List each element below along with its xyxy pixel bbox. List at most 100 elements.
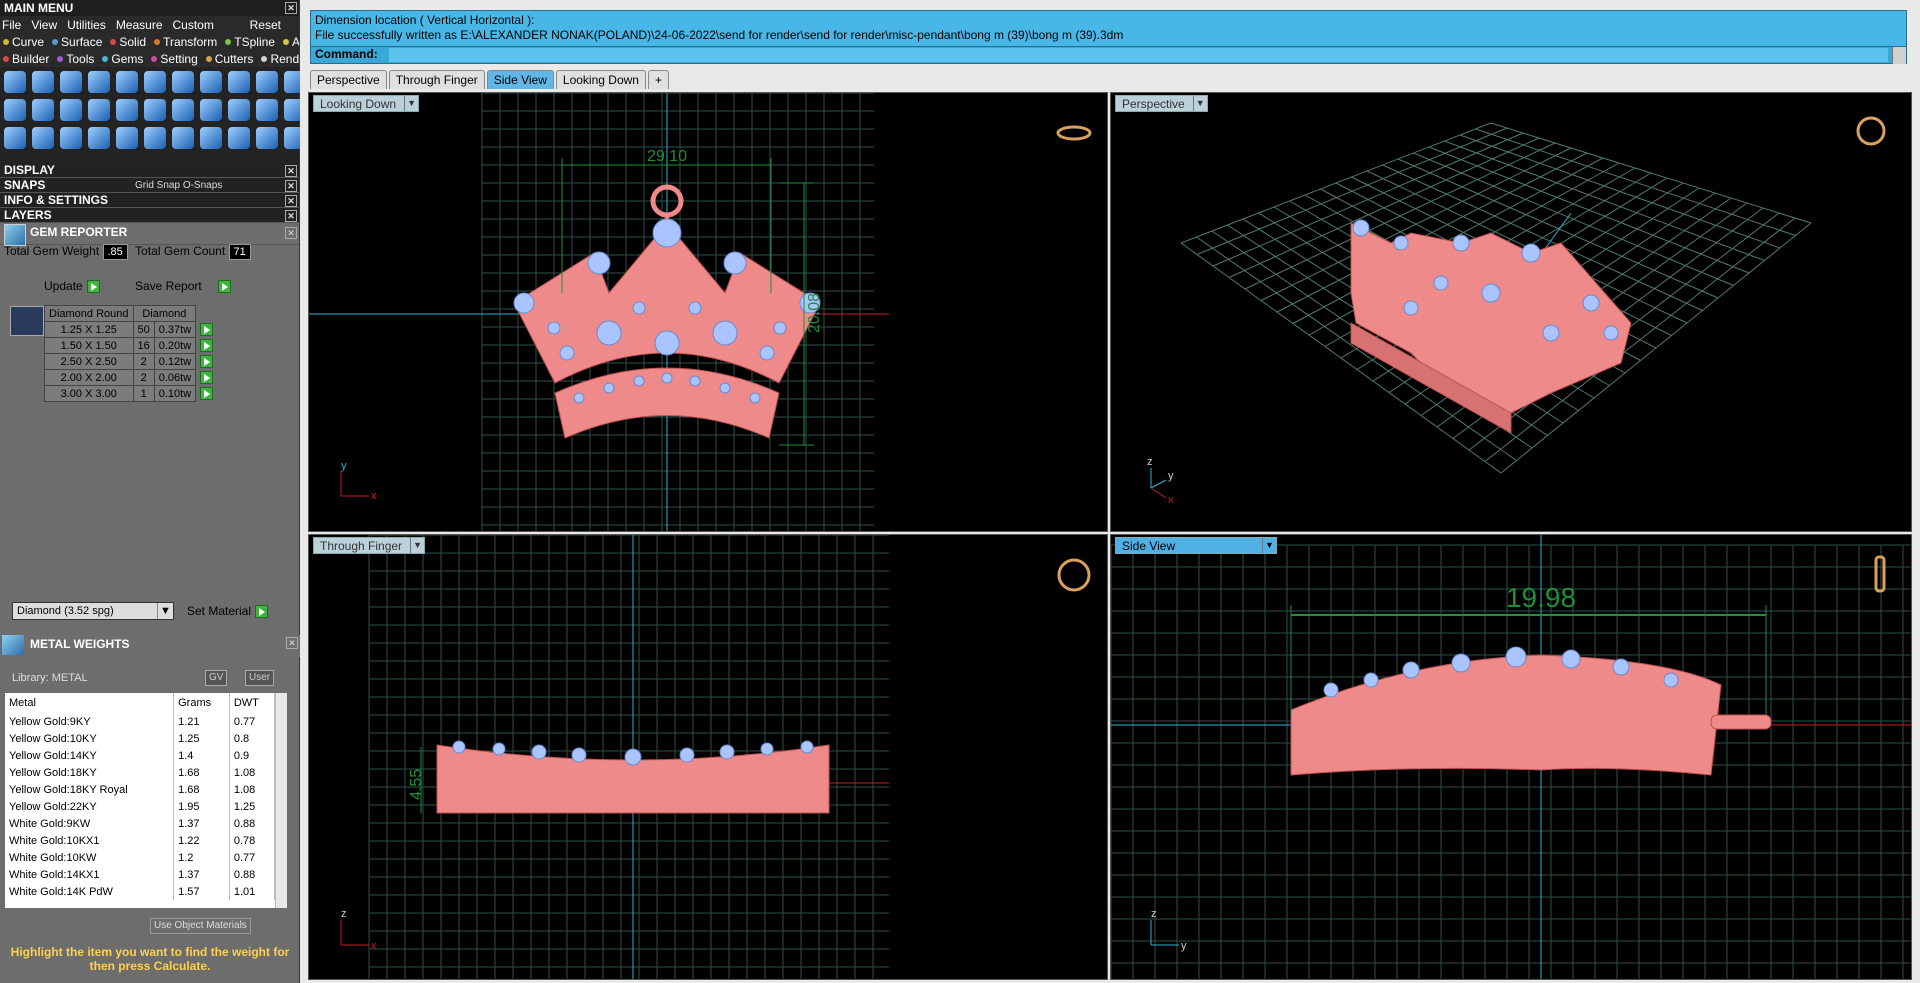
ring-orientation-icon[interactable] [1856,116,1886,146]
tool-icon[interactable] [200,99,222,121]
tool-icon[interactable] [256,99,278,121]
metal-table-scrollbar[interactable] [275,693,287,908]
tool-icon[interactable] [4,71,26,93]
category-gems[interactable]: Gems [99,52,143,66]
close-icon[interactable]: ✕ [285,195,297,207]
snap-toggles[interactable]: Grid Snap O-Snaps [135,178,222,193]
tool-icon[interactable] [88,71,110,93]
close-icon[interactable]: ✕ [286,637,298,649]
category-builder[interactable]: Builder [0,52,49,66]
gem-row-action[interactable] [196,354,218,370]
tool-icon[interactable] [172,127,194,149]
viewport-through-finger[interactable]: 4.55 z x Through Finger ▼ [308,534,1108,980]
command-scrollbar[interactable] [1892,47,1906,64]
gv-toggle[interactable]: GV [205,670,228,686]
gem-row[interactable]: 1.50 X 1.50 16 0.20tw [44,337,218,354]
menu-utilities[interactable]: Utilities [67,18,106,32]
tool-icon[interactable] [4,127,26,149]
category-setting[interactable]: Setting [148,52,198,66]
play-icon[interactable] [200,355,214,368]
close-icon[interactable]: ✕ [285,227,297,239]
viewport-perspective[interactable]: z y x Perspective ▼ [1110,92,1912,532]
tool-icon[interactable] [200,71,222,93]
use-object-materials-checkbox[interactable]: Use Object Materials [150,918,251,934]
play-icon[interactable] [200,387,214,400]
tool-icon[interactable] [228,71,250,93]
ring-orientation-icon[interactable] [1874,555,1886,593]
update-button[interactable]: Update [44,279,100,294]
tab-side-view[interactable]: Side View [486,70,554,89]
close-icon[interactable]: ✕ [285,2,297,14]
play-icon[interactable] [86,280,100,294]
ring-orientation-icon[interactable] [1056,125,1092,141]
metal-row[interactable]: White Gold:10KW 1.2 0.77 [5,849,276,866]
category-transform[interactable]: Transform [151,35,217,49]
metal-row[interactable]: White Gold:10KX1 1.22 0.78 [5,832,276,849]
close-icon[interactable]: ✕ [285,180,297,192]
tool-icon[interactable] [256,71,278,93]
chevron-down-icon[interactable]: ▼ [1262,538,1276,553]
tool-icon[interactable] [172,71,194,93]
tool-icon[interactable] [200,127,222,149]
user-toggle[interactable]: User [245,670,275,686]
metal-row[interactable]: White Gold:9KW 1.37 0.88 [5,815,276,832]
tool-icon[interactable] [32,71,54,93]
chevron-down-icon[interactable]: ▼ [410,538,424,553]
tool-icon[interactable] [60,127,82,149]
play-icon[interactable] [200,323,214,336]
category-cutters[interactable]: Cutters [203,52,253,66]
tool-icon[interactable] [172,99,194,121]
tool-icon[interactable] [228,99,250,121]
tool-icon[interactable] [144,127,166,149]
tab-looking-down[interactable]: Looking Down [555,70,646,89]
category-tools[interactable]: Tools [54,52,94,66]
ring-orientation-icon[interactable] [1057,558,1091,592]
tool-icon[interactable] [256,127,278,149]
category-tspline[interactable]: TSpline [222,35,275,49]
gem-row[interactable]: 2.00 X 2.00 2 0.06tw [44,369,218,386]
info-section[interactable]: INFO & SETTINGS ✕ [0,193,299,208]
tool-icon[interactable] [32,127,54,149]
metal-row[interactable]: White Gold:14K PdW 1.57 1.01 [5,883,276,900]
chevron-down-icon[interactable]: ▼ [1192,96,1207,111]
metal-row[interactable]: Yellow Gold:10KY 1.25 0.8 [5,730,276,747]
material-select[interactable]: Diamond (3.52 spg) ▼ [12,602,174,620]
layers-section[interactable]: LAYERS ✕ [0,208,299,223]
category-surface[interactable]: Surface [49,35,102,49]
menu-measure[interactable]: Measure [116,18,163,32]
tool-icon[interactable] [144,99,166,121]
snaps-section[interactable]: SNAPS Grid Snap O-Snaps ✕ [0,178,299,193]
command-input[interactable] [389,48,1888,62]
category-art[interactable]: Art [280,35,299,49]
gem-row-action[interactable] [196,386,218,402]
viewport-label-through-finger[interactable]: Through Finger ▼ [313,537,426,554]
metal-row[interactable]: White Gold:14KX1 1.37 0.88 [5,866,276,883]
tool-icon[interactable] [32,99,54,121]
gem-row[interactable]: 2.50 X 2.50 2 0.12tw [44,353,218,370]
metal-row[interactable]: Yellow Gold:22KY 1.95 1.25 [5,798,276,815]
menu-custom[interactable]: Custom [173,18,214,32]
gem-row[interactable]: 3.00 X 3.00 1 0.10tw [44,385,218,402]
category-curve[interactable]: Curve [0,35,44,49]
viewport-side-view[interactable]: 19.98 z y Side View ▼ [1110,534,1912,980]
set-material-button[interactable]: Set Material [187,604,269,619]
metal-row[interactable]: Yellow Gold:18KY Royal 1.68 1.08 [5,781,276,798]
grid-snap-label[interactable]: Grid Snap [135,180,180,191]
viewport-looking-down[interactable]: 29.10 20.08 y x Looking Down ▼ [308,92,1108,532]
close-icon[interactable]: ✕ [285,210,297,222]
tool-icon[interactable] [4,99,26,121]
reset-button[interactable]: Reset [250,18,281,32]
tool-icon[interactable] [88,127,110,149]
o-snaps-label[interactable]: O-Snaps [183,180,222,191]
save-report-button[interactable]: Save Report [135,279,231,294]
gem-row[interactable]: 1.25 X 1.25 50 0.37tw [44,321,218,338]
metal-row[interactable]: Yellow Gold:9KY 1.21 0.77 [5,713,276,730]
chevron-down-icon[interactable]: ▼ [404,96,418,111]
play-icon[interactable] [255,605,269,619]
play-icon[interactable] [217,280,231,294]
tool-icon[interactable] [228,127,250,149]
metal-row[interactable]: Yellow Gold:18KY 1.68 1.08 [5,764,276,781]
chevron-down-icon[interactable]: ▼ [157,603,173,619]
tool-icon[interactable] [116,71,138,93]
category-render[interactable]: Render [258,52,299,66]
